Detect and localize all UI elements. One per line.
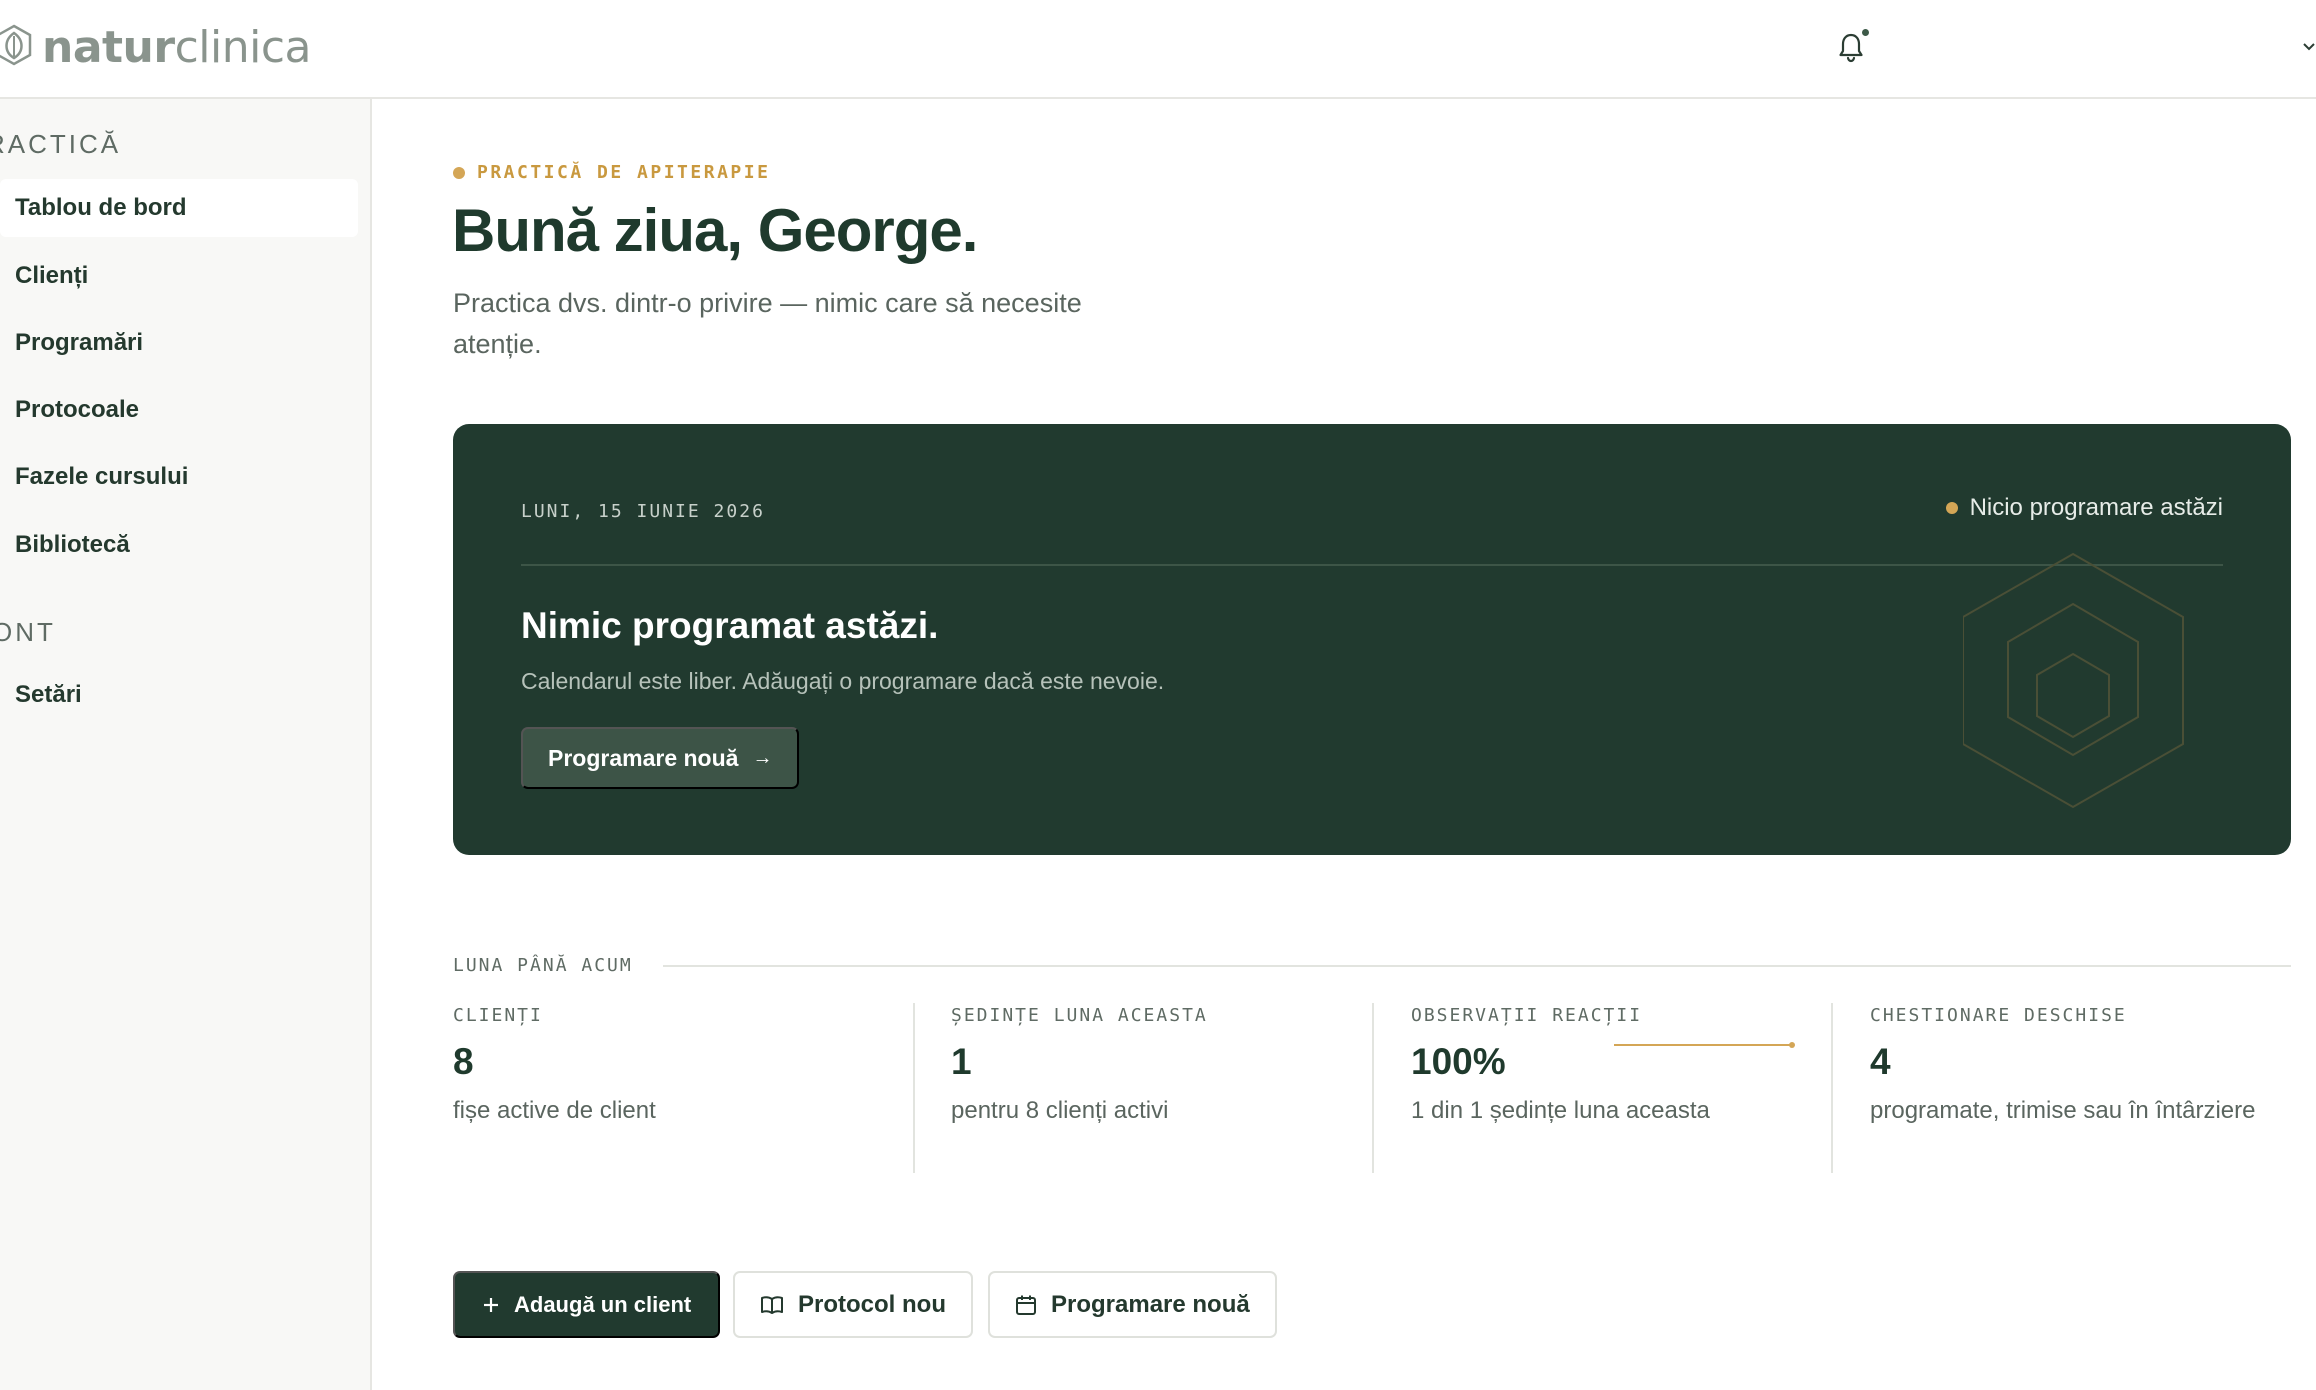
sidebar-item-library[interactable]: Bibliotecă: [0, 516, 358, 574]
reaction-progress-bar: [1614, 1044, 1794, 1046]
practice-eyebrow: PRACTICĂ DE APITERAPIE: [453, 162, 770, 183]
page-title: Bună ziua, George.: [452, 197, 978, 264]
hexagon-leaf-logo-icon: [0, 24, 32, 71]
today-card: LUNI, 15 IUNIE 2026 Nicio programare ast…: [453, 424, 2291, 855]
stat-note: programate, trimise sau în întârziere: [1870, 1097, 2256, 1124]
status-dot: [1945, 502, 1958, 514]
button-label: Programare nouă: [548, 744, 739, 771]
button-label: Adaugă un client: [514, 1291, 692, 1317]
today-date: LUNI, 15 IUNIE 2026: [521, 501, 765, 522]
book-icon: [760, 1295, 784, 1315]
stat-note: 1 din 1 ședințe luna aceasta: [1411, 1097, 1710, 1124]
stat-divider: [913, 1003, 915, 1173]
hexagon-decoration-icon: [1963, 552, 2184, 809]
sidebar-item-label: Bibliotecă: [15, 531, 130, 558]
sidebar-item-label: Tablou de bord: [15, 194, 187, 221]
stat-clients: CLIENȚI 8 fișe active de client: [453, 1005, 883, 1129]
divider: [663, 965, 2291, 967]
stat-value: 4: [1870, 1041, 1891, 1082]
stat-value: 100%: [1411, 1041, 1506, 1082]
stat-reactions: OBSERVAȚII REACȚII 100% 1 din 1 ședințe …: [1411, 1005, 1831, 1129]
new-protocol-button[interactable]: Protocol nou: [733, 1271, 973, 1338]
sidebar-item-label: Fazele cursului: [15, 463, 189, 490]
brand-name: naturclinica: [42, 22, 311, 73]
button-label: Programare nouă: [1051, 1290, 1250, 1318]
new-appointment-button[interactable]: Programare nouă: [988, 1271, 1277, 1338]
stats-heading: LUNA PÂNĂ ACUM: [453, 955, 633, 976]
sidebar-section-account: ONT: [0, 617, 56, 647]
brand-name-light: clinica: [174, 21, 312, 73]
button-label: Protocol nou: [798, 1290, 946, 1318]
stat-divider: [1372, 1003, 1374, 1173]
stat-value: 1: [951, 1041, 972, 1082]
today-title: Nimic programat astăzi.: [521, 605, 939, 646]
sidebar-item-label: Setări: [15, 681, 82, 708]
reaction-progress-marker: [1789, 1042, 1795, 1048]
new-appointment-hero-button[interactable]: Programare nouă →: [521, 727, 800, 789]
brand-name-bold: natur: [42, 21, 175, 73]
arrow-right-icon: →: [752, 746, 773, 769]
add-client-button[interactable]: Adaugă un client: [453, 1271, 721, 1338]
stat-label: OBSERVAȚII REACȚII: [1411, 1005, 1643, 1026]
sidebar-item-settings[interactable]: Setări: [0, 666, 358, 724]
today-status: Nicio programare astăzi: [1945, 494, 2223, 522]
notification-badge: [1860, 27, 1871, 38]
stat-label: ȘEDINȚE LUNA ACEASTA: [951, 1005, 1208, 1026]
sidebar-item-course-phases[interactable]: Fazele cursului: [0, 448, 358, 506]
calendar-icon: [1015, 1294, 1037, 1316]
sidebar: RACTICĂ Tablou de bord Clienți Programăr…: [0, 99, 372, 1390]
sidebar-item-appointments[interactable]: Programări: [0, 314, 358, 372]
sidebar-item-label: Programări: [15, 329, 144, 356]
stat-divider: [1831, 1003, 1833, 1173]
stat-note: fișe active de client: [453, 1097, 656, 1124]
today-description: Calendarul este liber. Adăugați o progra…: [521, 668, 1165, 694]
stat-label: CHESTIONARE DESCHISE: [1870, 1005, 2127, 1026]
sidebar-item-protocols[interactable]: Protocoale: [0, 381, 358, 439]
page-subtitle: Practica dvs. dintr-o privire — nimic ca…: [453, 288, 1082, 359]
brand-logo[interactable]: naturclinica: [0, 20, 311, 74]
sidebar-item-label: Protocoale: [15, 396, 140, 423]
eyebrow-dot: [453, 166, 465, 179]
stat-note: pentru 8 clienți activi: [951, 1097, 1169, 1124]
sidebar-item-clients[interactable]: Clienți: [0, 247, 358, 305]
stat-value: 8: [453, 1041, 474, 1082]
sidebar-item-dashboard[interactable]: Tablou de bord: [0, 179, 358, 237]
sidebar-section-practice: RACTICĂ: [0, 129, 122, 159]
today-status-text: Nicio programare astăzi: [1969, 494, 2223, 521]
chevron-down-icon[interactable]: [2302, 40, 2316, 54]
stat-questionnaires: CHESTIONARE DESCHISE 4 programate, trimi…: [1870, 1005, 2270, 1129]
stat-sessions: ȘEDINȚE LUNA ACEASTA 1 pentru 8 clienți …: [951, 1005, 1371, 1129]
stat-label: CLIENȚI: [453, 1005, 543, 1026]
sidebar-item-label: Clienți: [15, 262, 89, 289]
eyebrow-text: PRACTICĂ DE APITERAPIE: [477, 162, 771, 183]
top-bar: naturclinica: [0, 0, 2316, 99]
plus-icon: [482, 1296, 500, 1314]
